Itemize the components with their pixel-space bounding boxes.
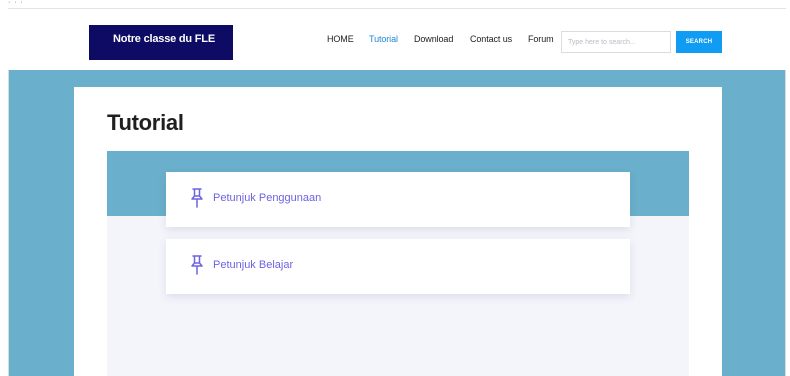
pin-icon (191, 255, 203, 275)
site-header: Notre classe du FLE HOME Tutorial Downlo… (8, 8, 786, 70)
nav-item-tutorial[interactable]: Tutorial (369, 34, 398, 44)
pin-icon (191, 188, 203, 208)
search-button[interactable]: SEARCH (676, 31, 722, 53)
brand-logo[interactable]: Notre classe du FLE (89, 25, 233, 60)
browser-top-strip: · · · (0, 0, 790, 8)
tutorial-card-label[interactable]: Petunjuk Penggunaan (213, 192, 321, 204)
page-title: Tutorial (107, 110, 184, 135)
ellipsis-icon: · · · (8, 0, 24, 6)
nav-item-forum[interactable]: Forum (528, 34, 554, 44)
nav-item-download[interactable]: Download (414, 34, 453, 44)
tutorial-card-belajar[interactable]: Petunjuk Belajar (166, 239, 630, 294)
tutorial-card-penggunaan[interactable]: Petunjuk Penggunaan (166, 172, 630, 227)
search-input[interactable]: Type here to search... (561, 31, 671, 53)
nav-item-contact-us[interactable]: Contact us (470, 34, 512, 44)
nav-item-home[interactable]: HOME (327, 34, 354, 44)
tutorial-card-label[interactable]: Petunjuk Belajar (213, 259, 293, 271)
